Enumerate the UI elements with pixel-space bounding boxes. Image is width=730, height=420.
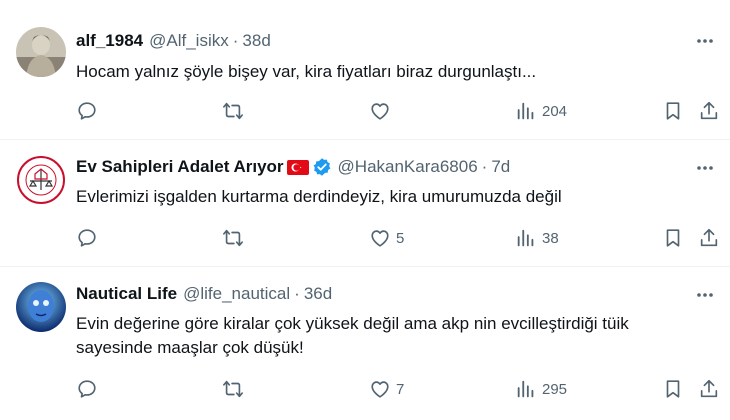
tweet[interactable]: alf_1984 @Alf_isikx · 38d Hocam yalnız ş… — [0, 0, 730, 140]
bookmark-icon — [666, 102, 680, 120]
views-icon — [517, 229, 534, 247]
reply-icon — [78, 229, 96, 247]
tweet-header: Nautical Life @life_nautical · 36d — [76, 283, 332, 305]
heart-icon — [371, 381, 389, 398]
retweet-button[interactable] — [222, 99, 244, 123]
share-button[interactable] — [698, 377, 720, 401]
like-button[interactable] — [369, 99, 391, 123]
tweet-actions: 204 — [76, 99, 720, 123]
retweet-icon — [223, 380, 243, 398]
verified-badge-icon[interactable] — [312, 157, 332, 177]
display-name[interactable]: alf_1984 — [76, 31, 143, 51]
tweet-header: Ev Sahipleri Adalet Arıyor @HakanKara680… — [76, 156, 510, 178]
share-icon — [700, 228, 718, 247]
avatar[interactable] — [16, 282, 66, 332]
user-handle[interactable]: @life_nautical — [183, 284, 290, 304]
display-name[interactable]: Ev Sahipleri Adalet Arıyor — [76, 157, 284, 177]
more-icon[interactable] — [694, 284, 716, 306]
reply-button[interactable] — [76, 377, 98, 401]
separator-dot: · — [481, 157, 488, 176]
more-icon[interactable] — [694, 30, 716, 52]
views-count: 204 — [542, 102, 568, 120]
timestamp[interactable]: 36d — [304, 284, 332, 304]
retweet-icon — [223, 229, 243, 247]
views-button[interactable]: 204 — [515, 99, 567, 123]
tweet-text: Evlerimizi işgalden kurtarma derdindeyiz… — [76, 187, 562, 206]
bookmark-button[interactable] — [662, 377, 684, 401]
tweet-header: alf_1984 @Alf_isikx · 38d — [76, 30, 271, 52]
retweet-icon — [223, 102, 243, 120]
timestamp[interactable]: 38d — [242, 31, 270, 51]
views-icon — [517, 102, 534, 120]
statue-avatar-image — [16, 27, 66, 77]
timestamp[interactable]: 7d — [491, 157, 510, 177]
share-icon — [700, 101, 718, 120]
separator-dot: · — [232, 31, 239, 50]
turkey-flag-icon — [286, 159, 309, 175]
bookmark-button[interactable] — [662, 99, 684, 123]
views-count: 38 — [542, 229, 559, 247]
heart-icon — [371, 103, 389, 120]
retweet-button[interactable] — [222, 377, 244, 401]
bookmark-icon — [666, 229, 680, 247]
reply-button[interactable] — [76, 226, 98, 250]
like-button[interactable]: 5 — [369, 226, 404, 250]
reply-button[interactable] — [76, 99, 98, 123]
tweet-actions: 7 295 — [76, 377, 720, 401]
share-button[interactable] — [698, 99, 720, 123]
blue-face-avatar — [16, 282, 66, 332]
separator-dot: · — [294, 284, 300, 303]
tweet-text: Evin değerine göre kiralar çok yüksek de… — [76, 314, 629, 357]
views-count: 295 — [542, 380, 568, 398]
tweet-text: Hocam yalnız şöyle bişey var, kira fiyat… — [76, 62, 537, 81]
views-button[interactable]: 295 — [515, 377, 567, 401]
display-name[interactable]: Nautical Life — [76, 284, 177, 304]
views-button[interactable]: 38 — [515, 226, 559, 250]
heart-icon — [371, 230, 389, 247]
bookmark-button[interactable] — [662, 226, 684, 250]
like-button[interactable]: 7 — [369, 377, 404, 401]
tweet[interactable]: Nautical Life @life_nautical · 36d Evin … — [0, 267, 730, 420]
views-icon — [517, 380, 534, 398]
likes-count: 7 — [396, 380, 405, 398]
user-handle[interactable]: @Alf_isikx — [149, 31, 229, 51]
retweet-button[interactable] — [222, 226, 244, 250]
reply-icon — [78, 102, 96, 120]
share-button[interactable] — [698, 226, 720, 250]
reply-icon — [78, 380, 96, 398]
bookmark-icon — [666, 380, 680, 398]
association-logo-avatar — [16, 155, 66, 205]
share-icon — [700, 379, 718, 398]
more-icon[interactable] — [694, 157, 716, 179]
avatar[interactable] — [16, 27, 66, 77]
avatar[interactable] — [16, 155, 66, 205]
likes-count: 5 — [396, 229, 405, 247]
user-handle[interactable]: @HakanKara6806 — [338, 157, 478, 177]
tweet[interactable]: Ev Sahipleri Adalet Arıyor @HakanKara680… — [0, 140, 730, 267]
tweet-actions: 5 38 — [76, 226, 720, 250]
